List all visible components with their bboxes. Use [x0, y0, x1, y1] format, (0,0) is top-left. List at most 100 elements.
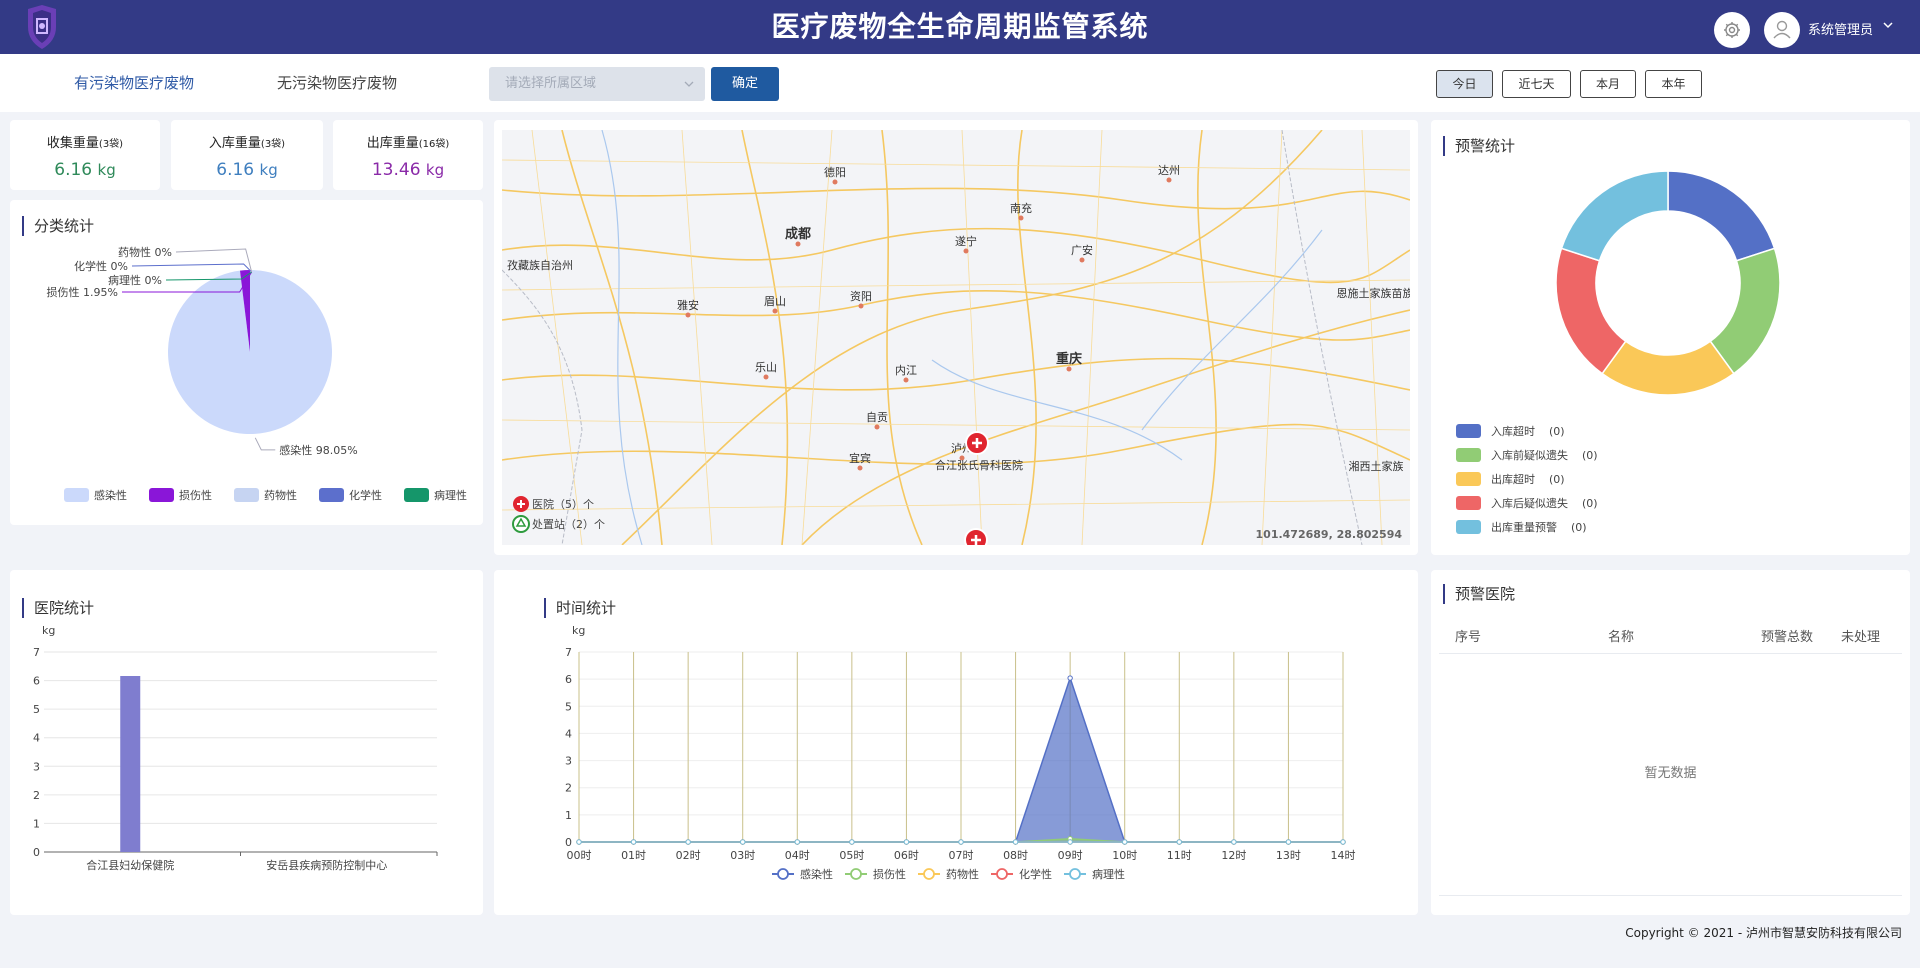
road [801, 309, 1410, 545]
legend-label: 损伤性 [179, 488, 212, 502]
metric-label: 收集重量 [46, 136, 99, 151]
legend-swatch [1456, 496, 1481, 510]
series-point [630, 839, 637, 845]
pie-label-line [175, 248, 253, 273]
empty-state-text: 暂无数据 [1644, 766, 1697, 781]
city-label: 眉山 [764, 295, 786, 308]
series-point [1340, 839, 1346, 845]
tab-uncontaminated-waste[interactable]: 无污染物医疗废物 [277, 72, 397, 93]
time-area-chart: kg 0 1 2 3 4 5 6 7 00时 01时 02时 03时 04时 05时 06时 07时 08时 09时… [565, 624, 1356, 881]
road [531, 130, 583, 545]
range-today-button[interactable]: 今日 [1436, 70, 1493, 98]
legend-label: 损伤性 [873, 867, 906, 881]
column-header-name: 名称 [1608, 630, 1635, 645]
x-tick-label: 07时 [949, 849, 974, 862]
metric-unit: kg [425, 161, 445, 179]
city-label: 广安 [1071, 243, 1093, 257]
confirm-button[interactable]: 确定 [711, 67, 779, 101]
warning-hospitals-panel: 预警医院 序号 名称 预警总数 未处理 暂无数据 [1431, 570, 1910, 915]
x-tick-label: 01时 [621, 849, 646, 862]
system-title: 医疗废物全生命周期监管系统 [771, 10, 1149, 43]
legend-swatch [404, 488, 429, 502]
city-label: 宜宾 [849, 451, 871, 465]
chevron-down-icon[interactable] [1882, 19, 1894, 31]
metric-unit: kg [259, 161, 278, 179]
tab-contaminated-waste[interactable]: 有污染物医疗废物 [74, 72, 194, 93]
series-point [903, 839, 910, 845]
city-label: 德阳 [824, 165, 846, 179]
map-panel: 德阳 达州 南充 成都 遂宁 广安 孜藏族自治州 雅安 眉山 资阳 恩施土家族苗族 重庆 乐山 内江 自贡泸… [494, 120, 1418, 555]
city-label: 孜藏族自治州 [507, 258, 573, 272]
y-tick-label: 5 [33, 703, 40, 716]
legend-swatch [319, 488, 344, 502]
legend-label: 入库前疑似遗失 [1491, 448, 1568, 462]
x-tick-label: 10时 [1112, 849, 1137, 862]
settings-button[interactable] [1714, 12, 1750, 48]
x-tick-label: 安岳县疾病预防控制中心 [266, 858, 387, 872]
city-label: 内江 [895, 363, 917, 377]
y-tick-label: 0 [565, 836, 572, 849]
city-label: 乐山 [755, 361, 777, 374]
series-point [576, 839, 582, 845]
y-tick-label: 6 [565, 673, 572, 686]
city-dot [1018, 215, 1024, 221]
legend-marker [923, 868, 935, 880]
pie-label: 病理性 0% [108, 273, 162, 287]
series-point [1231, 839, 1237, 845]
map-view[interactable]: 德阳 达州南充成都 遂宁广安孜藏族自治州雅安 眉山 资阳 恩施土家族苗族重庆乐山 内江自贡泸… [502, 130, 1410, 545]
user-avatar[interactable] [1764, 12, 1800, 48]
table-divider [1439, 895, 1902, 896]
region-select[interactable]: 请选择所属区域 [489, 67, 705, 101]
city-label: 达州 [1158, 164, 1180, 177]
hospital-stats-panel: 医院统计 kg 0 1 2 3 4 5 6 7 合江县妇幼保健院 安岳县疾病预防控制中心 [10, 570, 483, 915]
legend-label: 出库重量预警 [1491, 520, 1557, 534]
y-axis-unit: kg [42, 624, 55, 637]
series-point [1285, 839, 1292, 845]
map-legend-label: 医院（5）个 [532, 497, 594, 511]
river [1141, 229, 1323, 431]
legend-count: (0) [1582, 497, 1598, 510]
range-seven-days-button[interactable]: 近七天 [1502, 70, 1571, 98]
city-label: 恩施土家族苗族 [1337, 286, 1411, 300]
x-tick-label: 08时 [1003, 849, 1028, 862]
metric-label: 入库重量 [208, 136, 261, 151]
series-point [1176, 839, 1182, 845]
top-header: 医疗废物全生命周期监管系统 系统管理员 [0, 0, 1920, 54]
city-dot [763, 374, 769, 380]
city-dot [1079, 257, 1085, 263]
metric-bag-count: (16袋) [418, 139, 450, 150]
metric-card-stored: 入库重量(3袋) 6.16 kg [171, 120, 323, 190]
region-select-placeholder: 请选择所属区域 [505, 76, 597, 91]
y-tick-label: 5 [565, 700, 572, 713]
city-dot [772, 308, 778, 314]
series-point [685, 839, 691, 845]
legend-label: 入库后疑似遗失 [1491, 496, 1568, 510]
city-dot [858, 303, 864, 309]
city-dot [874, 424, 880, 430]
road [502, 187, 1410, 210]
copyright-text: Copyright © 2021 - 泸州市智慧安防科技有限公司 [1625, 926, 1902, 940]
y-tick-label: 0 [33, 846, 40, 859]
metric-value: 6.16 [216, 160, 255, 180]
column-header-total: 预警总数 [1761, 630, 1814, 645]
road [881, 130, 923, 545]
user-name[interactable]: 系统管理员 [1808, 19, 1873, 38]
donut-segment [1601, 340, 1735, 396]
road [502, 159, 1410, 171]
legend-count: (0) [1582, 449, 1598, 462]
series-point [1067, 675, 1073, 681]
warning-stats-panel: 预警统计 入库超时 (0) 入库前疑似遗失 (0) 出库超时 (0) 入库后疑似遗失 (0) 出… [1431, 120, 1910, 555]
metric-bag-count: (3袋) [260, 139, 286, 150]
series-point [1122, 839, 1128, 845]
road [561, 130, 663, 545]
range-year-button[interactable]: 本年 [1645, 70, 1702, 98]
pie-label: 药物性 0% [118, 245, 172, 259]
city-dot [903, 377, 909, 383]
series-point [1067, 839, 1073, 845]
city-dot [685, 312, 691, 318]
range-month-button[interactable]: 本月 [1580, 70, 1636, 98]
y-tick-label: 3 [565, 755, 572, 768]
y-tick-label: 7 [565, 646, 572, 659]
x-tick-label: 13时 [1276, 849, 1301, 862]
road [1261, 130, 1283, 545]
